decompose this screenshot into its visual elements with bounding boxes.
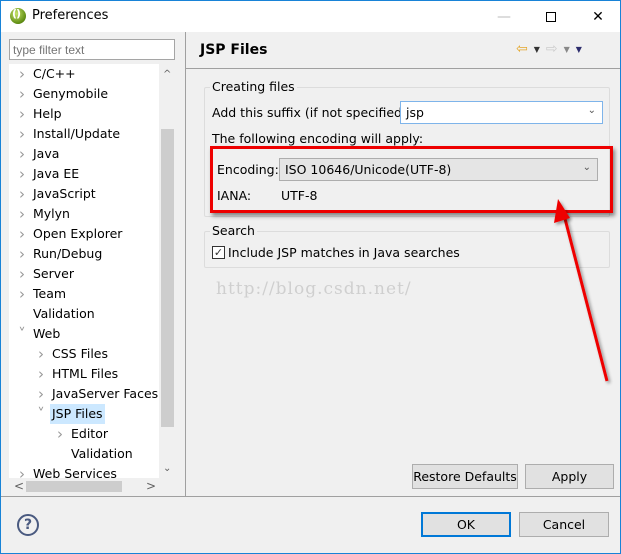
title-bar: Preferences — ✕ (1, 1, 620, 32)
chevron-down-icon[interactable]: ˅ (16, 324, 28, 344)
maximize-icon (546, 11, 556, 22)
back-arrow-icon[interactable]: ⇦ (516, 41, 528, 57)
suffix-combo[interactable]: jsp ⌄ (400, 101, 603, 124)
restore-defaults-button[interactable]: Restore Defaults (412, 464, 518, 489)
scroll-up-icon[interactable]: ^ (163, 69, 171, 80)
chevron-down-icon: ⌄ (587, 105, 596, 116)
back-dropdown-icon[interactable]: ▼ (534, 45, 540, 54)
preferences-window: Preferences — ✕ › C/C++ › Genymobile › Help › I… (0, 0, 621, 554)
view-menu-icon[interactable]: ▼ (576, 45, 582, 54)
creating-files-legend: Creating files (210, 79, 297, 94)
tree-item-label: Server (33, 266, 74, 281)
chevron-right-icon[interactable]: › (16, 244, 28, 264)
tree-item-label: Web (33, 326, 61, 341)
filter-input[interactable] (9, 39, 175, 60)
tree-item-label: Java EE (33, 166, 80, 181)
chevron-right-icon[interactable]: › (16, 184, 28, 204)
chevron-right-icon[interactable]: › (16, 284, 28, 304)
tree-item-label: Team (33, 286, 67, 301)
chevron-right-icon[interactable]: › (16, 224, 28, 244)
chevron-right-icon[interactable]: › (35, 364, 47, 384)
watermark-text: http://blog.csdn.net/ (216, 279, 412, 299)
tree-item-label: Open Explorer (33, 226, 123, 241)
suffix-label: Add this suffix (if not specified): (212, 105, 412, 120)
tree-item-label: Help (33, 106, 62, 121)
tree-item-label: Java (33, 146, 60, 161)
chevron-right-icon[interactable]: › (16, 124, 28, 144)
footer-separator (1, 496, 620, 497)
suffix-value: jsp (406, 105, 424, 120)
close-button[interactable]: ✕ (575, 1, 621, 32)
minimize-icon: — (497, 8, 511, 25)
forward-dropdown-icon[interactable]: ▼ (564, 45, 570, 54)
tree-item-label: Mylyn (33, 206, 70, 221)
include-jsp-checkbox[interactable]: ✓ (212, 246, 225, 259)
preferences-tree: › C/C++ › Genymobile › Help › Install/Update › Ja… (9, 64, 175, 480)
help-icon[interactable]: ? (17, 514, 39, 536)
chevron-right-icon[interactable]: › (16, 204, 28, 224)
tree-item-label: JavaServer Faces T (52, 386, 170, 401)
close-icon: ✕ (592, 8, 604, 25)
tree-item-label: Validation (71, 446, 133, 461)
tree-item-label: C/C++ (33, 66, 76, 81)
tree-item-label: CSS Files (52, 346, 108, 361)
page-title: JSP Files (200, 42, 268, 58)
tree-item-label: Editor (71, 426, 108, 441)
tree-item-label: JSP Files (50, 404, 105, 424)
chevron-right-icon[interactable]: › (35, 344, 47, 364)
tree-item-label: Validation (33, 306, 95, 321)
tree-item-label: Run/Debug (33, 246, 103, 261)
forward-arrow-icon[interactable]: ⇨ (546, 41, 558, 57)
chevron-right-icon[interactable]: › (16, 164, 28, 184)
scroll-right-icon[interactable]: > (146, 479, 156, 493)
chevron-down-icon[interactable]: ˅ (35, 404, 47, 424)
chevron-right-icon[interactable]: › (16, 144, 28, 164)
annotation-highlight-box (210, 146, 613, 213)
chevron-right-icon[interactable]: › (35, 384, 47, 404)
header-separator (186, 68, 620, 69)
tree-item-label: HTML Files (52, 366, 119, 381)
tree-vertical-scroll-thumb[interactable] (161, 129, 174, 427)
tree-item-label: JavaScript (33, 186, 96, 201)
chevron-right-icon[interactable]: › (16, 264, 28, 284)
maximize-button[interactable] (528, 1, 574, 32)
search-legend: Search (210, 223, 257, 238)
window-title: Preferences (32, 8, 109, 23)
apply-button[interactable]: Apply (525, 464, 614, 489)
scroll-down-icon[interactable]: ⌄ (163, 463, 171, 474)
tree-item-label: Install/Update (33, 126, 121, 141)
tree-item-label: Genymobile (33, 86, 109, 101)
checkmark-icon: ✓ (213, 246, 224, 259)
chevron-right-icon[interactable]: › (16, 64, 28, 84)
include-jsp-label[interactable]: Include JSP matches in Java searches (228, 245, 460, 260)
tree-horizontal-scroll-thumb[interactable] (26, 481, 122, 492)
minimize-button[interactable]: — (481, 1, 527, 32)
cancel-button[interactable]: Cancel (519, 512, 609, 537)
chevron-right-icon[interactable]: › (54, 424, 66, 444)
chevron-right-icon[interactable]: › (16, 84, 28, 104)
ok-button[interactable]: OK (421, 512, 511, 537)
eclipse-icon (10, 7, 26, 24)
page-nav-toolbar: ⇦ ▼ ⇨ ▼ ▼ (516, 41, 582, 57)
scroll-left-icon[interactable]: < (14, 479, 24, 493)
chevron-right-icon[interactable]: › (16, 104, 28, 124)
encoding-note: The following encoding will apply: (212, 131, 424, 146)
